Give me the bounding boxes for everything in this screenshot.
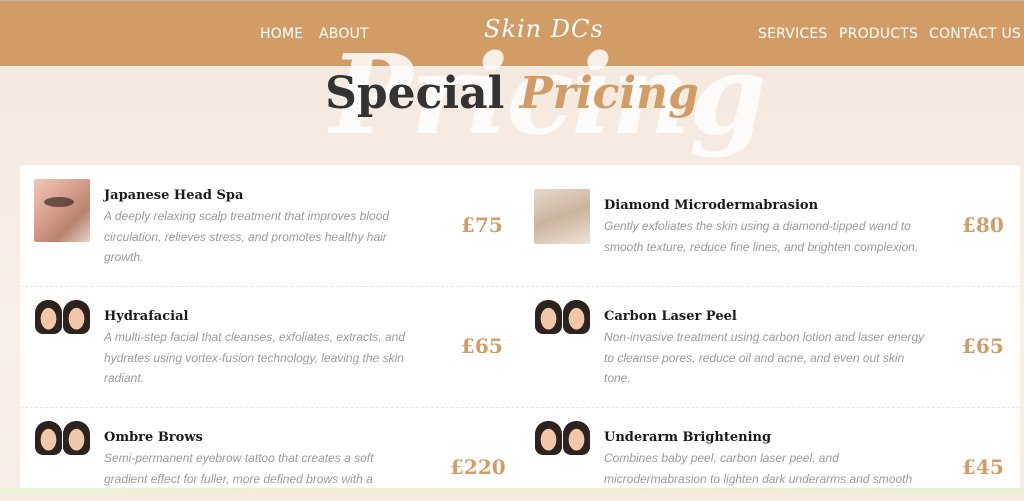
before-after-faces-image [34, 421, 90, 457]
item-description: Non-invasive treatment using carbon loti… [604, 330, 925, 385]
after-face [563, 421, 590, 455]
item-title: Diamond Microdermabrasion [604, 198, 819, 213]
face-closeup-image [34, 179, 90, 242]
before-after-faces-image [34, 300, 90, 336]
section-heading: Special Pricing [0, 68, 1024, 119]
nav-services-link[interactable]: SERVICES [758, 26, 828, 42]
item-title: Ombre Brows [104, 430, 203, 445]
nav-products-link[interactable]: PRODUCTS [839, 26, 918, 42]
item-price: £45 [962, 455, 1004, 479]
nav-home-link[interactable]: HOME [260, 26, 303, 42]
before-face [535, 300, 562, 334]
item-description: Gently exfoliates the skin using a diamo… [604, 219, 919, 254]
pricing-item-japanese-head-spa: Japanese Head Spa A deeply relaxing scal… [34, 179, 504, 279]
before-after-faces-image [534, 421, 590, 457]
skin-closeup-image [534, 189, 590, 244]
item-description: Combines baby peel, carbon laser peel, a… [604, 451, 913, 486]
pricing-item-carbon-laser-peel: Carbon Laser Peel Non-invasive treatment… [534, 300, 1004, 400]
item-price: £65 [461, 334, 503, 358]
item-description: Semi-permanent eyebrow tattoo that creat… [104, 451, 374, 486]
item-price: £80 [962, 213, 1004, 237]
before-face [35, 421, 62, 455]
item-title: Underarm Brightening [604, 430, 772, 445]
before-after-faces-image [534, 300, 590, 336]
before-face [535, 421, 562, 455]
row-divider [20, 407, 1020, 408]
item-title: Carbon Laser Peel [604, 309, 737, 324]
row-divider [20, 286, 1020, 287]
after-face [63, 421, 90, 455]
after-face [563, 300, 590, 334]
item-title: Hydrafacial [104, 309, 189, 324]
item-description: A deeply relaxing scalp treatment that i… [104, 209, 390, 264]
item-price: £75 [461, 213, 503, 237]
pricing-panel: Japanese Head Spa A deeply relaxing scal… [20, 165, 1020, 494]
pricing-item-diamond-microdermabrasion: Diamond Microdermabrasion Gently exfolia… [534, 179, 1004, 279]
item-price: £220 [450, 455, 506, 479]
heading-accent-text: Pricing [519, 68, 699, 119]
eye-shape [44, 197, 74, 207]
item-description: A multi-step facial that cleanses, exfol… [104, 330, 406, 385]
pricing-item-hydrafacial: Hydrafacial A multi-step facial that cle… [34, 300, 504, 400]
heading-main-text: Special [325, 68, 505, 119]
before-face [35, 300, 62, 334]
nav-contact-link[interactable]: CONTACT US [929, 26, 1021, 42]
after-face [63, 300, 90, 334]
item-title: Japanese Head Spa [104, 188, 244, 203]
item-price: £65 [962, 334, 1004, 358]
bottom-edge-highlight [0, 488, 1024, 494]
